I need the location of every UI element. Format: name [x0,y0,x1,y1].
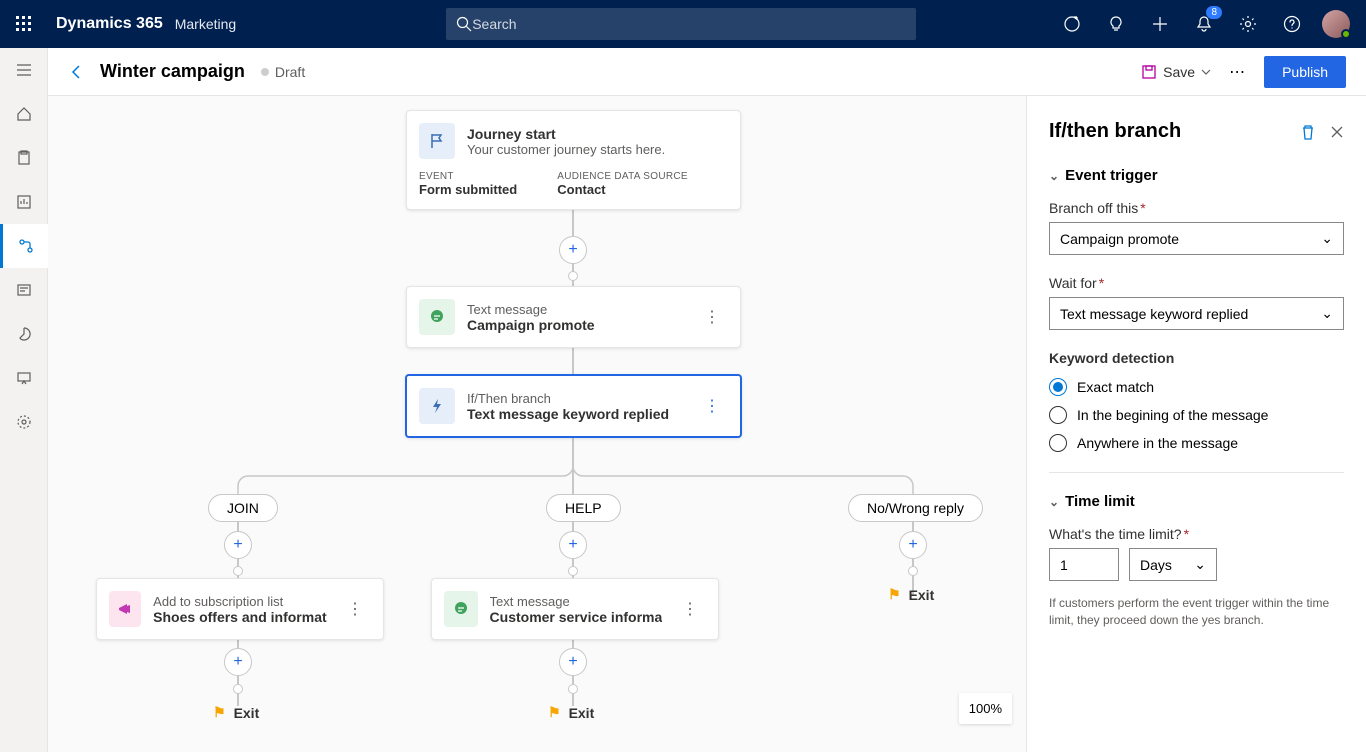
chevron-down-icon: ⌄ [1049,169,1059,183]
help-text: If customers perform the event trigger w… [1049,595,1344,629]
message-icon [419,299,455,335]
chevron-down-icon [1201,67,1211,77]
settings-icon[interactable] [1226,0,1270,48]
panel-title: If/then branch [1049,120,1286,143]
chevron-down-icon: ⌄ [1321,305,1333,322]
exit-help: ⚑Exit [548,704,594,721]
help-icon[interactable] [1270,0,1314,48]
search-icon [456,16,472,32]
add-node-join[interactable]: + [224,531,252,559]
rail-journeys[interactable] [0,224,48,268]
radio-anywhere[interactable]: Anywhere in the message [1049,434,1344,452]
notification-badge: 8 [1206,6,1222,19]
if-then-branch-card[interactable]: If/Then branchText message keyword repli… [405,374,742,438]
megaphone-icon [109,591,141,627]
properties-panel: If/then branch ⌄Event trigger Branch off… [1026,96,1366,752]
notifications-icon[interactable]: 8 [1182,0,1226,48]
branch-pill-help[interactable]: HELP [546,494,621,522]
lightbulb-icon[interactable] [1094,0,1138,48]
waffle-icon [16,16,32,32]
time-limit-input[interactable] [1049,548,1119,581]
subscription-list-card[interactable]: Add to subscription listShoes offers and… [96,578,384,640]
search-box[interactable] [446,8,916,40]
text-message-card-1[interactable]: Text messageCampaign promote ⋮ [406,286,741,348]
publish-button[interactable]: Publish [1264,56,1346,88]
app-launcher[interactable] [8,8,40,40]
rail-segments[interactable] [0,312,48,356]
rail-home[interactable] [0,92,48,136]
status-dot [261,68,269,76]
add-node-no[interactable]: + [899,531,927,559]
journey-start-card[interactable]: Journey start Your customer journey star… [406,110,741,210]
chevron-down-icon: ⌄ [1194,556,1206,573]
add-icon[interactable] [1138,0,1182,48]
flag-icon: ⚑ [888,586,901,603]
add-node-help[interactable]: + [559,531,587,559]
save-icon [1141,64,1157,80]
status-text: Draft [275,64,305,80]
flag-icon [419,123,455,159]
branch-pill-join[interactable]: JOIN [208,494,278,522]
branch-pill-no[interactable]: No/Wrong reply [848,494,983,522]
search-input[interactable] [472,16,906,32]
top-navbar: Dynamics 365 Marketing 8 [0,0,1366,48]
section-event-trigger[interactable]: ⌄Event trigger [1049,167,1344,184]
page-title: Winter campaign [100,61,245,82]
rail-analytics[interactable] [0,180,48,224]
exit-join: ⚑Exit [213,704,259,721]
add-node-1[interactable]: + [559,236,587,264]
journey-canvas[interactable]: Journey start Your customer journey star… [48,96,1026,752]
exit-no: ⚑Exit [888,586,934,603]
wait-for-select[interactable]: Text message keyword replied⌄ [1049,297,1344,330]
flag-icon: ⚑ [213,704,226,721]
rail-settings[interactable] [0,400,48,444]
module-name[interactable]: Marketing [175,16,236,32]
message-icon [444,591,478,627]
radio-beginning[interactable]: In the begining of the message [1049,406,1344,424]
left-nav-rail [0,48,48,752]
card-menu[interactable]: ⋮ [674,599,706,619]
brand: Dynamics 365 [56,15,163,33]
chevron-down-icon: ⌄ [1321,230,1333,247]
flag-icon: ⚑ [548,704,561,721]
section-time-limit[interactable]: ⌄Time limit [1049,493,1344,510]
close-icon[interactable] [1330,125,1344,139]
radio-exact-match[interactable]: Exact match [1049,378,1344,396]
assistant-icon[interactable] [1050,0,1094,48]
add-node-join-2[interactable]: + [224,648,252,676]
card-menu[interactable]: ⋮ [696,396,728,416]
chevron-down-icon: ⌄ [1049,495,1059,509]
content-header: Winter campaign Draft Save ⋯ Publish [48,48,1366,96]
text-message-card-2[interactable]: Text messageCustomer service informat.. … [431,578,719,640]
user-avatar[interactable] [1314,0,1358,48]
card-menu[interactable]: ⋮ [339,599,371,619]
time-unit-select[interactable]: Days⌄ [1129,548,1217,581]
card-menu[interactable]: ⋮ [696,307,728,327]
rail-present[interactable] [0,356,48,400]
zoom-indicator[interactable]: 100% [959,693,1012,724]
rail-hamburger[interactable] [0,48,48,92]
rail-forms[interactable] [0,268,48,312]
branch-off-select[interactable]: Campaign promote⌄ [1049,222,1344,255]
add-node-help-2[interactable]: + [559,648,587,676]
back-button[interactable] [68,63,86,81]
lightning-icon [419,388,455,424]
rail-clipboard[interactable] [0,136,48,180]
save-button[interactable]: Save [1133,58,1219,86]
delete-icon[interactable] [1300,124,1316,140]
more-actions[interactable]: ⋯ [1219,56,1256,88]
